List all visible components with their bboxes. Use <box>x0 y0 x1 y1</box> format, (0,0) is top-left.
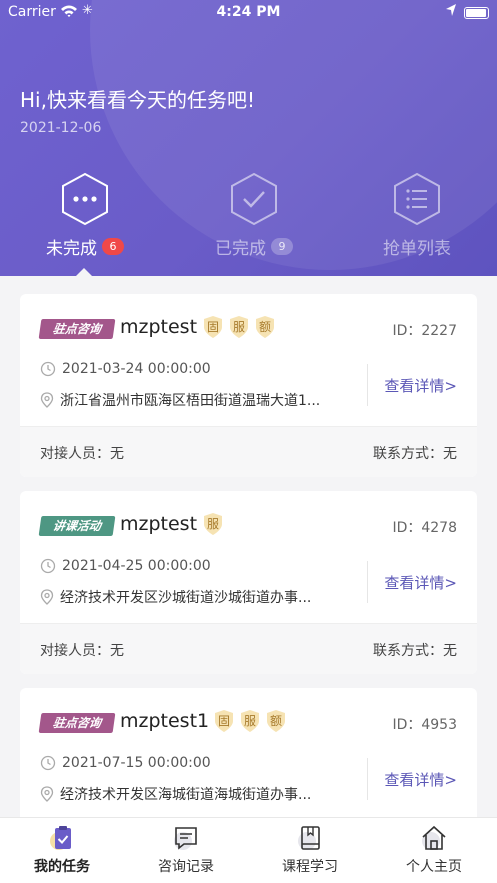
location-pin-icon <box>40 786 54 802</box>
clipboard-icon <box>48 824 76 852</box>
task-type-tag: 驻点咨询 <box>38 319 116 339</box>
task-address: 浙江省温州市瓯海区梧田街道温瑞大道1... <box>60 393 321 409</box>
today-date: 2021-12-06 <box>20 120 102 136</box>
shield-badge-icon: 额 <box>254 315 276 339</box>
book-icon <box>296 824 324 852</box>
contact-method: 联系方式：无 <box>373 643 457 659</box>
clock-icon <box>40 361 56 377</box>
tab-completed[interactable]: 已完成 9 <box>179 172 329 259</box>
task-time: 2021-04-25 00:00:00 <box>62 558 211 574</box>
battery-icon <box>464 7 489 19</box>
nav-my-tasks-label: 我的任务 <box>34 859 90 875</box>
shield-badge-icon: 固 <box>213 709 235 733</box>
check-icon <box>231 172 277 226</box>
task-client-name: mzptest1 <box>120 710 210 732</box>
tab-grab-orders-label: 抢单列表 <box>383 239 451 259</box>
clock-icon <box>40 558 56 574</box>
task-time: 2021-03-24 00:00:00 <box>62 361 211 377</box>
home-icon <box>420 824 448 852</box>
shield-badge-icon: 服 <box>202 512 224 536</box>
nav-profile[interactable]: 个人主页 <box>372 824 496 876</box>
nav-course-study-label: 课程学习 <box>282 859 338 875</box>
view-details-link[interactable]: 查看详情> <box>384 769 457 790</box>
location-pin-icon <box>40 589 54 605</box>
active-tab-pointer <box>76 268 92 276</box>
bottom-tab-bar: 我的任务 咨询记录 课程学习 个人主页 <box>0 817 497 883</box>
task-card[interactable]: 讲课活动 mzptest 服 ID：4278 2021-04-25 00:00:… <box>20 491 477 674</box>
nav-course-study[interactable]: 课程学习 <box>248 824 372 876</box>
shield-badge-icon: 服 <box>228 315 250 339</box>
tab-incomplete[interactable]: 未完成 6 <box>10 172 160 259</box>
header: Carrier ✳ 4:24 PM Hi,快来看看今天的任务吧! 2021-12… <box>0 0 497 276</box>
list-icon <box>394 172 440 226</box>
nav-consult-records[interactable]: 咨询记录 <box>124 824 248 876</box>
task-client-name: mzptest <box>120 513 198 535</box>
chat-icon <box>172 824 200 852</box>
task-type-tag: 驻点咨询 <box>38 713 116 733</box>
incomplete-count-badge: 6 <box>102 238 124 255</box>
contact-person: 对接人员：无 <box>40 446 124 462</box>
greeting-title: Hi,快来看看今天的任务吧! <box>20 88 255 112</box>
task-card[interactable]: 驻点咨询 mzptest 固 服 额 ID：2227 2021-03-24 00… <box>20 294 477 477</box>
completed-count-badge: 9 <box>271 238 293 255</box>
nav-profile-label: 个人主页 <box>406 859 462 875</box>
task-id: ID：4278 <box>392 520 457 536</box>
contact-person: 对接人员：无 <box>40 643 124 659</box>
task-address: 经济技术开发区海城街道海城街道办事... <box>60 787 312 803</box>
tab-completed-label: 已完成 <box>215 239 266 259</box>
tab-grab-orders[interactable]: 抢单列表 <box>342 172 492 259</box>
nav-my-tasks[interactable]: 我的任务 <box>0 824 124 876</box>
shield-badge-icon: 服 <box>239 709 261 733</box>
clock-icon <box>40 755 56 771</box>
service-badges: 固 服 额 <box>202 315 276 339</box>
service-badges: 服 <box>202 512 224 536</box>
status-bar: Carrier ✳ 4:24 PM <box>0 0 497 26</box>
shield-badge-icon: 额 <box>265 709 287 733</box>
clock-time: 4:24 PM <box>216 4 281 20</box>
location-pin-icon <box>40 392 54 408</box>
task-time: 2021-07-15 00:00:00 <box>62 755 211 771</box>
task-id: ID：2227 <box>392 323 457 339</box>
location-arrow-icon <box>445 3 457 21</box>
more-dots-icon <box>62 172 108 226</box>
tab-incomplete-label: 未完成 <box>46 239 97 259</box>
service-badges: 固 服 额 <box>213 709 287 733</box>
nav-consult-records-label: 咨询记录 <box>158 859 214 875</box>
task-id: ID：4953 <box>392 717 457 733</box>
task-type-tag: 讲课活动 <box>38 516 116 536</box>
task-address: 经济技术开发区沙城街道沙城街道办事... <box>60 590 312 606</box>
view-details-link[interactable]: 查看详情> <box>384 572 457 593</box>
contact-method: 联系方式：无 <box>373 446 457 462</box>
view-details-link[interactable]: 查看详情> <box>384 375 457 396</box>
shield-badge-icon: 固 <box>202 315 224 339</box>
task-client-name: mzptest <box>120 316 198 338</box>
